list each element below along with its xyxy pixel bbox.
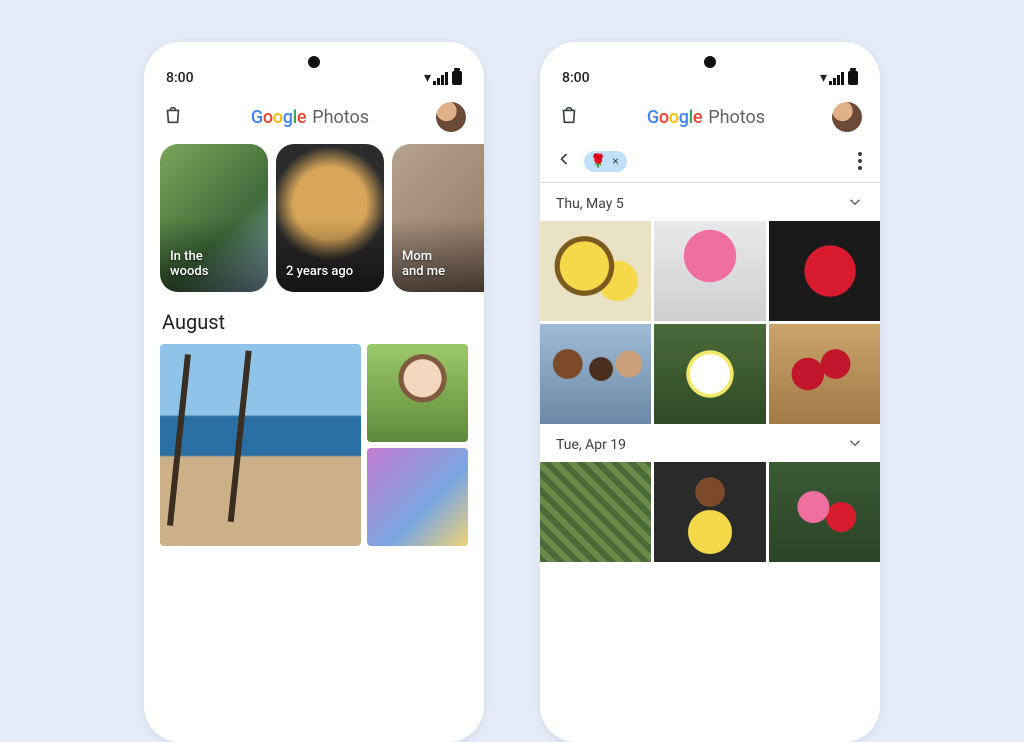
date-label: Tue, Apr 19 (556, 437, 626, 453)
memory-label: Mom and me (402, 249, 445, 280)
camera-hole (308, 56, 320, 68)
status-bar: 8:00 ▾ (144, 42, 484, 96)
google-wordmark: Google (647, 107, 702, 128)
photo-thumbnail[interactable] (540, 221, 651, 321)
camera-hole (704, 56, 716, 68)
photo-grid (540, 221, 880, 424)
chevron-down-icon[interactable] (846, 434, 864, 456)
app-title: Google Photos (647, 107, 765, 128)
wifi-icon: ▾ (424, 70, 431, 86)
memory-card[interactable]: Mom and me (392, 144, 484, 292)
status-time: 8:00 (166, 70, 194, 86)
memory-card[interactable]: 2 years ago (276, 144, 384, 292)
avatar[interactable] (436, 102, 466, 132)
search-chip[interactable]: 🌹 × (584, 151, 627, 172)
rose-icon: 🌹 (590, 154, 606, 169)
photo-thumbnail[interactable] (540, 324, 651, 424)
photo-thumbnail[interactable] (654, 221, 765, 321)
search-row: 🌹 × (540, 144, 880, 183)
battery-icon (848, 71, 858, 85)
date-header[interactable]: Thu, May 5 (540, 183, 880, 221)
back-icon[interactable] (554, 149, 574, 173)
shop-icon[interactable] (558, 104, 580, 130)
phone-right: 8:00 ▾ Google Photos 🌹 × Thu, May 5 (540, 42, 880, 742)
signal-icon (433, 72, 448, 85)
photo-thumbnail[interactable] (540, 462, 651, 562)
memory-label: 2 years ago (286, 264, 353, 280)
date-header[interactable]: Tue, Apr 19 (540, 424, 880, 462)
photo-thumbnail[interactable] (769, 462, 880, 562)
battery-icon (452, 71, 462, 85)
photos-word: Photos (312, 107, 369, 128)
photo-grid (540, 462, 880, 562)
memory-label: In the woods (170, 249, 208, 280)
google-wordmark: Google (251, 107, 306, 128)
more-icon[interactable] (854, 148, 866, 174)
memories-row[interactable]: In the woods 2 years ago Mom and me (144, 144, 484, 292)
photo-grid (144, 344, 484, 546)
chip-close-icon[interactable]: × (612, 154, 618, 168)
chevron-down-icon[interactable] (846, 193, 864, 215)
status-bar: 8:00 ▾ (540, 42, 880, 96)
app-title: Google Photos (251, 107, 369, 128)
photos-word: Photos (708, 107, 765, 128)
memory-card[interactable]: In the woods (160, 144, 268, 292)
section-header: August (144, 292, 484, 344)
photo-thumbnail[interactable] (769, 221, 880, 321)
phone-left: 8:00 ▾ Google Photos In the woods 2 year… (144, 42, 484, 742)
status-time: 8:00 (562, 70, 590, 86)
photo-thumbnail[interactable] (654, 324, 765, 424)
photo-thumbnail[interactable] (654, 462, 765, 562)
photo-thumbnail[interactable] (160, 344, 361, 546)
avatar[interactable] (832, 102, 862, 132)
photo-thumbnail[interactable] (367, 344, 468, 442)
shop-icon[interactable] (162, 104, 184, 130)
status-icons: ▾ (424, 70, 462, 86)
signal-icon (829, 72, 844, 85)
app-bar: Google Photos (144, 96, 484, 144)
status-icons: ▾ (820, 70, 858, 86)
app-bar: Google Photos (540, 96, 880, 144)
photo-thumbnail[interactable] (367, 448, 468, 546)
wifi-icon: ▾ (820, 70, 827, 86)
photo-thumbnail[interactable] (769, 324, 880, 424)
date-label: Thu, May 5 (556, 196, 624, 212)
